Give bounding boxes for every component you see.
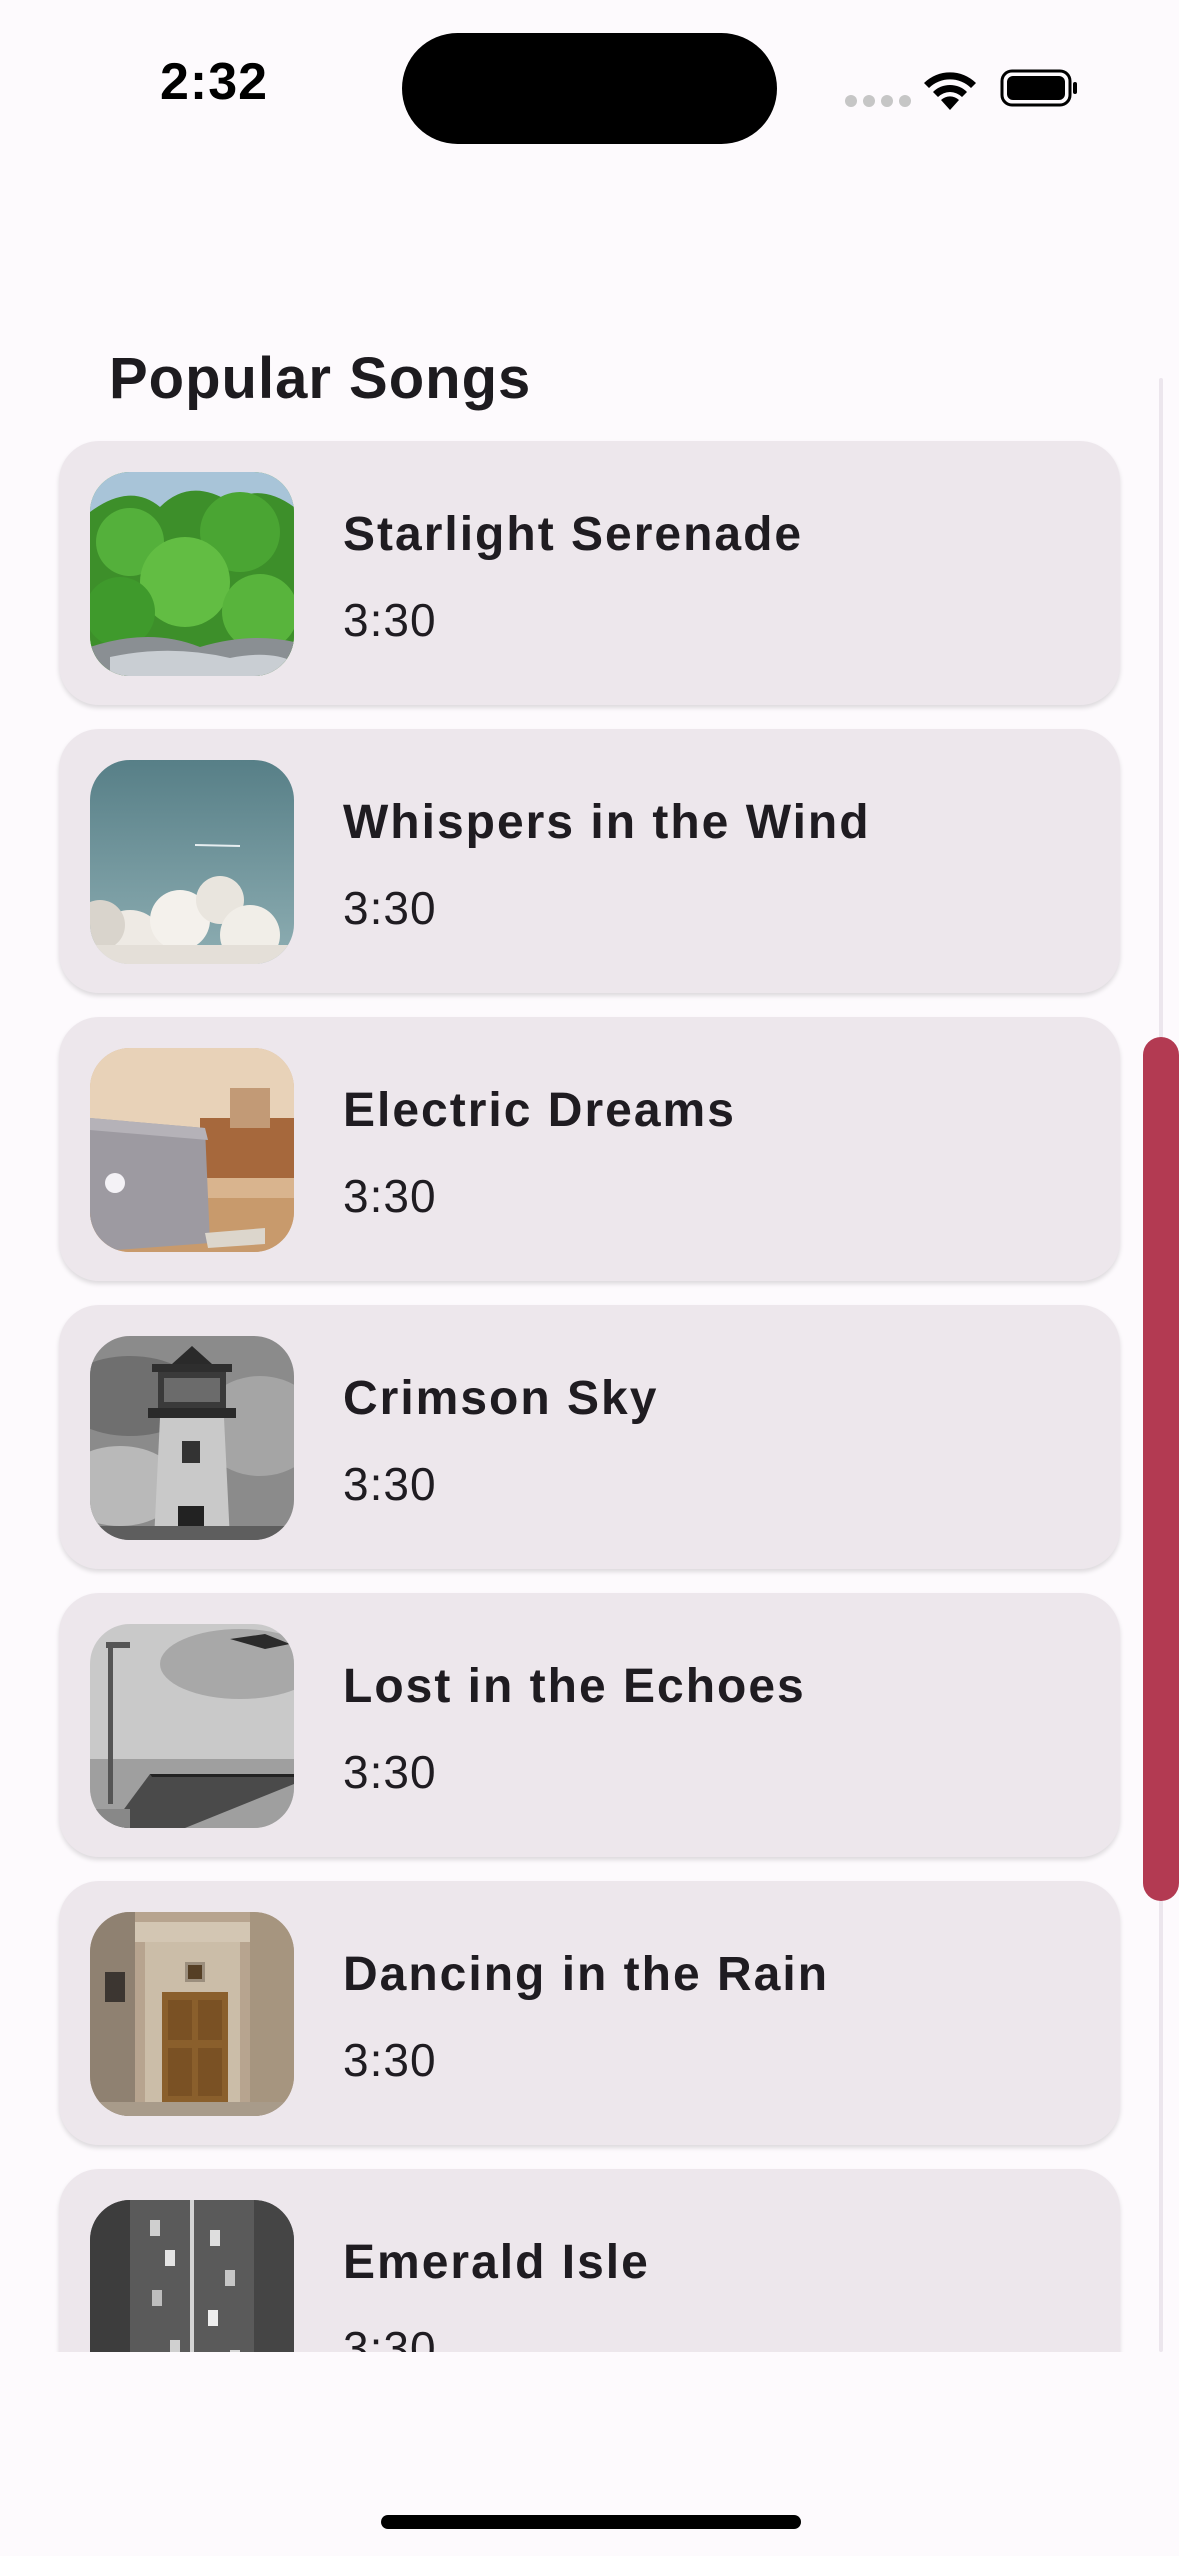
city-road-thumbnail — [90, 2200, 294, 2352]
home-indicator[interactable] — [381, 2515, 801, 2529]
song-card[interactable]: Crimson Sky 3:30 — [59, 1305, 1120, 1569]
song-duration: 3:30 — [343, 594, 437, 646]
song-duration: 3:30 — [343, 1170, 437, 1222]
song-duration: 3:30 — [343, 1458, 437, 1510]
song-card[interactable]: Electric Dreams 3:30 — [59, 1017, 1120, 1281]
dynamic-island — [402, 33, 777, 144]
song-duration: 3:30 — [343, 2322, 437, 2352]
song-title: Emerald Isle — [343, 2236, 650, 2289]
song-title: Dancing in the Rain — [343, 1948, 830, 2001]
song-title: Whispers in the Wind — [343, 796, 871, 849]
old-door-thumbnail — [90, 1912, 294, 2116]
laptop-desk-thumbnail — [90, 1048, 294, 1252]
status-time: 2:32 — [160, 53, 269, 111]
song-title: Crimson Sky — [343, 1372, 659, 1425]
pier-thumbnail — [90, 1624, 294, 1828]
song-title: Lost in the Echoes — [343, 1660, 806, 1713]
song-title: Electric Dreams — [343, 1084, 736, 1137]
song-card[interactable]: Dancing in the Rain 3:30 — [59, 1881, 1120, 2145]
song-card[interactable]: Emerald Isle 3:30 — [59, 2169, 1120, 2352]
song-card[interactable]: Lost in the Echoes 3:30 — [59, 1593, 1120, 1857]
song-title: Starlight Serenade — [343, 508, 804, 561]
sky-cloud-thumbnail — [90, 760, 294, 964]
section-title: Popular Songs — [109, 346, 532, 411]
forest-river-thumbnail — [90, 472, 294, 676]
song-card[interactable]: Starlight Serenade 3:30 — [59, 441, 1120, 705]
status-bar: 2:32 — [0, 0, 1179, 160]
song-card[interactable]: Whispers in the Wind 3:30 — [59, 729, 1120, 993]
wifi-icon — [924, 72, 976, 110]
scrollbar-thumb[interactable] — [1143, 1037, 1179, 1901]
lighthouse-thumbnail — [90, 1336, 294, 1540]
song-list[interactable]: Starlight Serenade 3:30 Whispers in the … — [0, 430, 1179, 2352]
cellular-signal-icon — [845, 95, 911, 107]
battery-icon — [1000, 69, 1077, 107]
song-duration: 3:30 — [343, 1746, 437, 1798]
song-duration: 3:30 — [343, 882, 437, 934]
song-duration: 3:30 — [343, 2034, 437, 2086]
